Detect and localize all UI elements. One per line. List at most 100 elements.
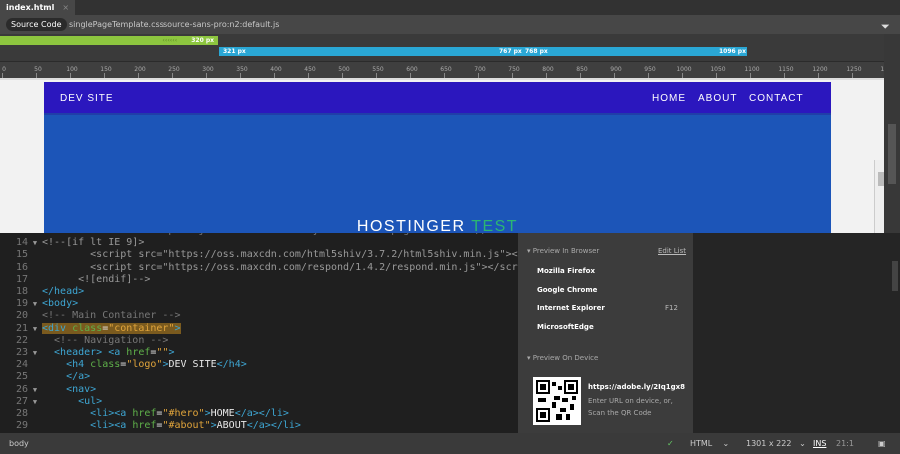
ruler-tick <box>376 73 377 78</box>
empty-panel <box>693 233 900 433</box>
code-token: HOME <box>210 408 235 419</box>
ruler-tick-label: 1250 <box>846 66 862 73</box>
site-preview: DEV SITE HOME ABOUT CONTACT HOSTINGER TE… <box>44 82 831 233</box>
code-token: </a> <box>42 371 91 383</box>
code-token: <header> <a <box>42 347 127 358</box>
fold-icon[interactable]: ▼ <box>28 237 42 249</box>
code-token: <!--[if lt IE 9]> <box>42 237 145 249</box>
code-token: <li><a <box>42 408 133 419</box>
code-token: <h4 <box>42 359 91 371</box>
related-file-js[interactable]: source-sans-pro:n2:default.js <box>158 18 284 31</box>
code-token: <!-- Navigation --> <box>42 334 169 346</box>
media-query-blue[interactable]: 321 px 767 px 768 px 1096 px <box>219 47 747 56</box>
ruler: 0 50 100 150 200 250 300 350 400 450 500 550 600 650 7… <box>0 62 900 80</box>
code-line[interactable]: 23 ▼ <header> <a href=""> <box>0 347 175 359</box>
browser-shortcut: F12 <box>665 304 678 312</box>
browser-item[interactable]: Mozilla Firefox <box>537 267 595 275</box>
code-line[interactable]: 19 ▼ <body> <box>0 298 78 310</box>
fold-icon[interactable]: ▼ <box>28 396 42 408</box>
code-token: </h4> <box>216 359 247 371</box>
tag-selector-body[interactable]: body <box>9 433 29 454</box>
code-line[interactable]: 24 <h4 class="logo">DEV SITE</h4> <box>0 359 247 371</box>
edit-list-link[interactable]: Edit List <box>658 247 686 255</box>
line-number: 15 <box>15 249 28 261</box>
ruler-tick <box>682 73 683 78</box>
ruler-tick <box>444 73 445 78</box>
browser-item[interactable]: Google Chrome <box>537 286 597 294</box>
code-line[interactable]: 15 <script src="https://oss.maxcdn.com/h… <box>0 249 518 261</box>
close-icon[interactable]: × <box>62 0 69 15</box>
line-number: 16 <box>15 261 28 273</box>
code-token: <!-- WARNING: Respond.js doesn't work if… <box>42 233 512 236</box>
code-line[interactable]: 21 ▼ <div class="container"> <box>0 322 181 335</box>
code-line[interactable]: 26 ▼ <nav> <box>0 384 96 396</box>
code-line[interactable]: 28 <li><a href="#hero">HOME</a></li> <box>0 408 289 420</box>
site-header: DEV SITE HOME ABOUT CONTACT <box>44 82 831 115</box>
code-token: <![endif]--> <box>42 273 151 285</box>
code-line[interactable]: 27 ▼ <ul> <box>0 396 102 408</box>
code-line[interactable]: 17 <![endif]--> <box>0 274 150 286</box>
insert-mode[interactable]: INS <box>813 433 826 454</box>
tab-index-html[interactable]: index.html × <box>0 0 76 15</box>
related-file-source-code[interactable]: Source Code <box>6 18 67 31</box>
code-token: href <box>132 408 157 419</box>
media-query-bar: ‹‹‹‹‹‹ 320 px 321 px 767 px 768 px 1096 p… <box>0 34 887 64</box>
code-token: <script src="https://oss.maxcdn.com/resp… <box>42 261 518 273</box>
nav-contact[interactable]: CONTACT <box>749 93 804 104</box>
code-line[interactable]: 29 <li><a href="#about">ABOUT</a></li> <box>0 420 301 432</box>
code-token: href <box>132 420 157 432</box>
browser-item[interactable]: MicrosoftEdge <box>537 323 594 331</box>
mq-label-321: 321 px <box>223 48 246 55</box>
preview-device-heading: ▾ Preview On Device <box>527 354 599 362</box>
ruler-tick-label: 800 <box>542 66 554 73</box>
nav-home[interactable]: HOME <box>652 93 686 104</box>
ruler-tick <box>546 73 547 78</box>
code-token: "#hero" <box>162 408 205 419</box>
line-number: 20 <box>15 310 28 322</box>
code-line[interactable]: 14 ▼ <!--[if lt IE 9]> <box>0 237 144 249</box>
line-number: 14 <box>15 237 28 249</box>
qr-code <box>533 377 581 425</box>
browser-item[interactable]: Internet Explorer <box>537 304 605 312</box>
fold-icon[interactable]: ▼ <box>28 384 42 396</box>
related-file-css[interactable]: singlePageTemplate.css <box>64 18 169 31</box>
preview-hint-2: Scan the QR Code <box>588 409 652 417</box>
preview-browser-heading: ▾ Preview In Browser <box>527 247 600 255</box>
code-editor[interactable]: 13 <!-- WARNING: Respond.js doesn't work… <box>0 233 518 433</box>
code-token: "container" <box>108 322 175 334</box>
ruler-tick-label: 1050 <box>710 66 726 73</box>
ruler-tick-label: 450 <box>304 66 316 73</box>
ruler-tick <box>750 73 751 78</box>
fold-icon[interactable]: ▼ <box>28 323 42 335</box>
media-query-max-320[interactable]: ‹‹‹‹‹‹ 320 px <box>0 36 218 45</box>
fold-icon[interactable]: ▼ <box>28 347 42 359</box>
doc-type-select[interactable]: HTML ⌄ <box>690 433 729 454</box>
cursor-position: 21:1 <box>836 439 854 448</box>
ruler-tick <box>512 73 513 78</box>
code-token: </head> <box>42 286 85 297</box>
window-size-select[interactable]: 1301 x 222 ⌄ <box>746 433 806 454</box>
code-line[interactable]: 22 <!-- Navigation --> <box>0 335 168 347</box>
nav-about[interactable]: ABOUT <box>698 93 737 104</box>
related-files-bar: Source Code singlePageTemplate.css sourc… <box>0 15 900 34</box>
line-number: 21 <box>15 322 28 334</box>
ruler-tick <box>70 73 71 78</box>
ruler-tick-label: 950 <box>644 66 656 73</box>
no-errors-icon[interactable]: ✓ <box>667 433 674 454</box>
code-line[interactable]: 18 </head> <box>0 286 84 298</box>
fold-icon[interactable]: ▼ <box>28 298 42 310</box>
ruler-tick-label: 750 <box>508 66 520 73</box>
ruler-tick <box>580 73 581 78</box>
line-number: 27 <box>15 395 28 407</box>
code-token: class <box>72 322 103 334</box>
preview-url[interactable]: https://adobe.ly/2Iq1gx8 <box>588 383 685 391</box>
ruler-tick-label: 1100 <box>744 66 760 73</box>
code-line[interactable]: 16 <script src="https://oss.maxcdn.com/r… <box>0 262 518 274</box>
code-line[interactable]: 25 </a> <box>0 371 90 383</box>
live-view-icon[interactable]: ▣ <box>878 433 886 454</box>
ruler-tick <box>36 73 37 78</box>
ruler-tick <box>342 73 343 78</box>
code-line[interactable]: 20 <!-- Main Container --> <box>0 310 181 322</box>
site-logo[interactable]: DEV SITE <box>60 93 114 104</box>
code-token: class <box>90 359 121 371</box>
